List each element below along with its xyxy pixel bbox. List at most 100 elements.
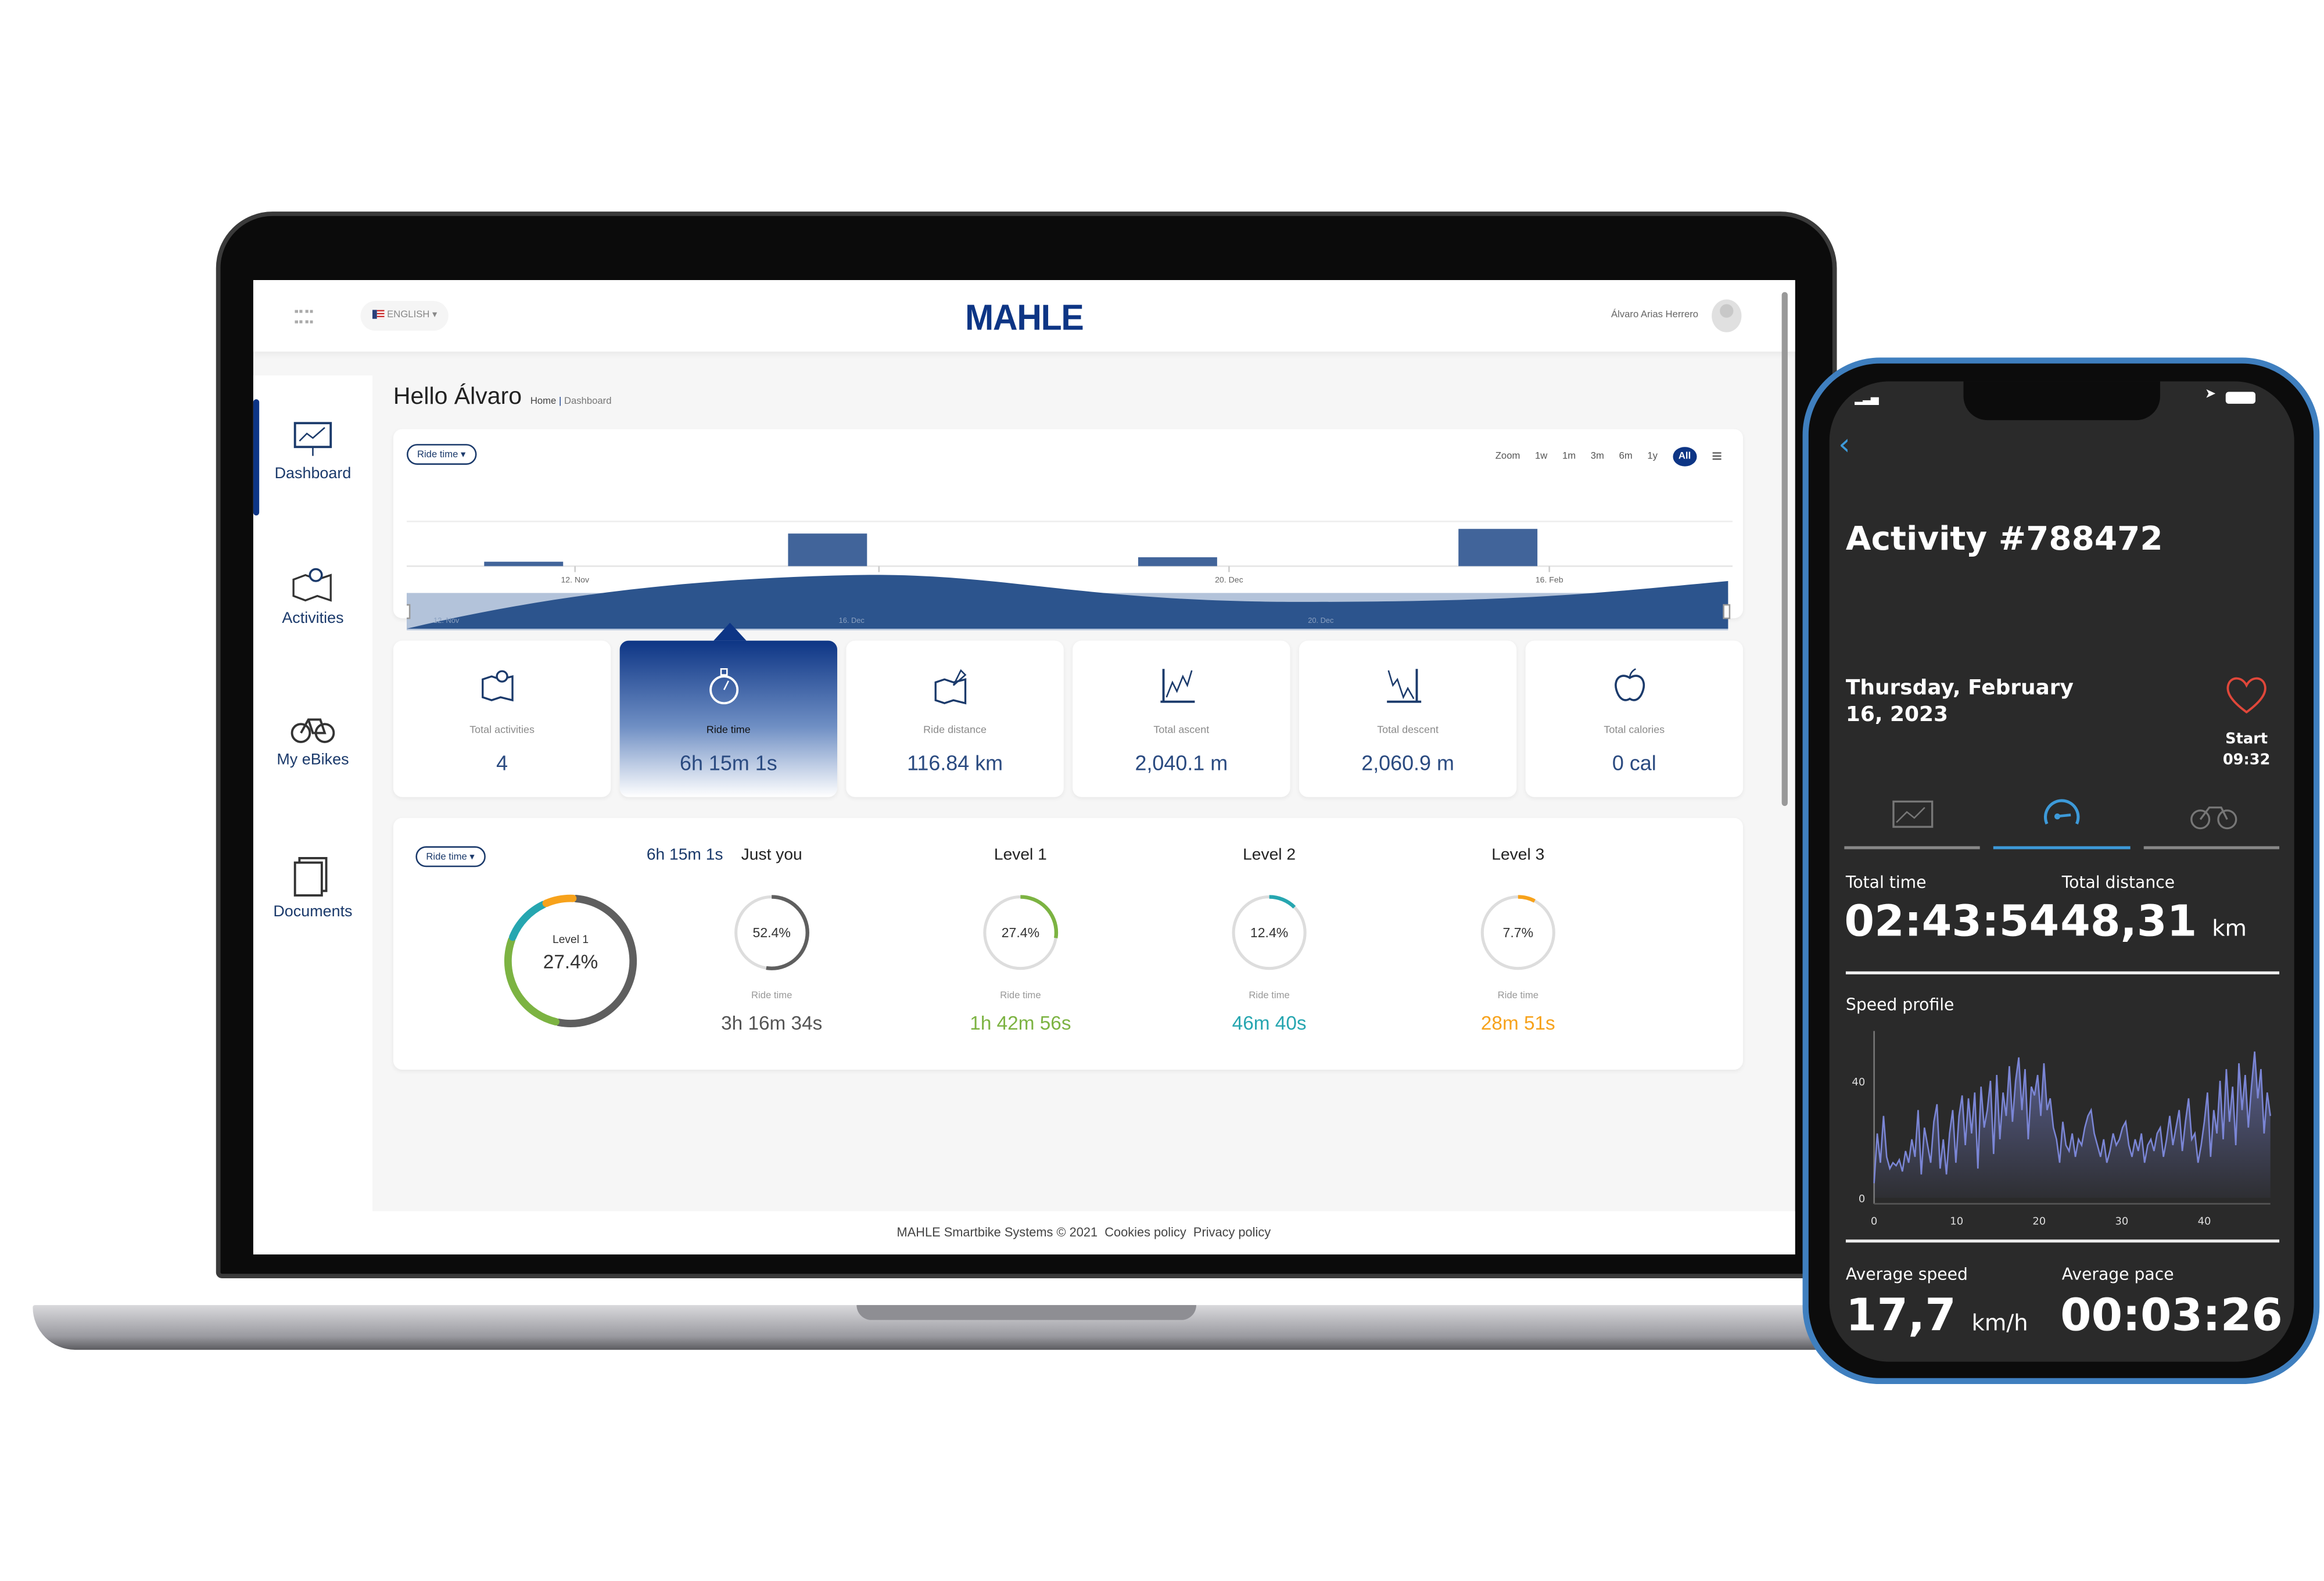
speed-profile-chart: 0 10 20 30 40 0 40 xyxy=(1852,1031,2271,1228)
zoom-6m[interactable]: 6m xyxy=(1619,451,1633,461)
level-sub: Ride time xyxy=(1000,991,1041,1002)
active-pointer xyxy=(713,622,747,641)
chart-menu-icon[interactable]: ≡ xyxy=(1712,446,1722,467)
divider xyxy=(1845,1239,2280,1243)
route-map-icon xyxy=(934,669,967,705)
stat-label: Ride time xyxy=(706,725,751,736)
level-name: Level 2 xyxy=(1243,846,1296,865)
sidebar-item-documents[interactable]: Documents xyxy=(253,855,372,921)
x-tick-label: 40 xyxy=(2198,1216,2211,1228)
level-sub: Ride time xyxy=(1497,991,1539,1002)
distance-unit: km xyxy=(2212,915,2247,942)
x-tick-label: 12. Nov xyxy=(561,575,589,585)
level-name: Level 3 xyxy=(1491,846,1545,865)
tab-chart[interactable] xyxy=(1844,793,1980,849)
us-flag-icon xyxy=(372,310,385,320)
bar-0[interactable] xyxy=(484,561,564,567)
navigator-handle-left[interactable] xyxy=(406,604,411,619)
navigator-area[interactable] xyxy=(406,575,1728,629)
activity-title: Activity #788472 xyxy=(1845,521,2163,559)
ascent-chart-icon xyxy=(1160,669,1195,703)
level-percent: 27.4% xyxy=(1002,925,1039,940)
documents-icon xyxy=(293,856,328,897)
stat-card-total-activities[interactable]: Total activities 4 xyxy=(393,640,611,797)
total-time-label: Total time xyxy=(1845,873,1927,892)
timeline-bar-chart[interactable]: 12. Nov16. Dec20. Dec16. Feb12. Nov16. D… xyxy=(406,474,1733,637)
levels-metric-dropdown[interactable]: Ride time ▾ xyxy=(415,846,485,867)
bar-2[interactable] xyxy=(1138,557,1217,567)
copyright: MAHLE Smartbike Systems © 2021 xyxy=(896,1224,1098,1240)
dashboard-chart-icon xyxy=(293,422,332,456)
heart-icon[interactable] xyxy=(2224,673,2269,715)
cookies-policy-link[interactable]: Cookies policy xyxy=(1104,1225,1186,1240)
bar-3[interactable] xyxy=(1458,529,1538,567)
sidebar-item-my-ebikes[interactable]: My eBikes xyxy=(253,712,372,769)
avatar[interactable] xyxy=(1712,299,1742,332)
stat-card-total-descent[interactable]: Total descent 2,060.9 m xyxy=(1299,640,1517,797)
stat-card-total-calories[interactable]: Total calories 0 cal xyxy=(1525,640,1743,797)
stat-card-total-ascent[interactable]: Total ascent 2,040.1 m xyxy=(1073,640,1290,797)
sidebar-item-activities[interactable]: Activities xyxy=(253,565,372,627)
bike-icon xyxy=(2190,806,2237,830)
zoom-controls: Zoom 1w 1m 3m 6m 1y All ≡ xyxy=(1495,446,1722,467)
stat-label: Total activities xyxy=(469,725,535,736)
tab-bike[interactable] xyxy=(2143,793,2280,849)
speedometer-icon xyxy=(2043,799,2080,825)
metric-dropdown[interactable]: Ride time ▾ xyxy=(406,444,476,465)
stat-value: 2,040.1 m xyxy=(1135,751,1228,775)
phone-notch xyxy=(1963,381,2160,421)
activity-date: Thursday, February 16, 2023 xyxy=(1845,676,2074,727)
stat-value: 6h 15m 1s xyxy=(680,751,777,775)
x-tick-label: 30 xyxy=(2115,1216,2129,1228)
level-column: Just you 52.4% Ride time 3h 16m 34s xyxy=(682,846,861,1034)
level-sub: Ride time xyxy=(1249,991,1290,1002)
scrollbar[interactable] xyxy=(1781,292,1788,806)
level-percent: 12.4% xyxy=(1250,925,1288,940)
level-value: 28m 51s xyxy=(1480,1012,1555,1034)
level-column: Level 3 7.7% Ride time 28m 51s xyxy=(1429,846,1608,1034)
start-label: Start xyxy=(2225,731,2268,748)
levels-card: Ride time ▾ 6h 15m 1s Level 1 27.4% Just… xyxy=(393,818,1743,1070)
language-selector[interactable]: ENGLISH ▾ xyxy=(360,300,449,331)
stat-value: 2,060.9 m xyxy=(1361,751,1454,775)
descent-chart-icon xyxy=(1387,669,1422,703)
zoom-1w[interactable]: 1w xyxy=(1535,451,1547,461)
avg-speed-label: Average speed xyxy=(1845,1264,1968,1285)
breadcrumb-dashboard[interactable]: Dashboard xyxy=(564,396,612,407)
avg-speed-value: 17,7 xyxy=(1845,1290,1956,1343)
tab-speed[interactable] xyxy=(1993,793,2131,849)
stat-label: Total descent xyxy=(1377,725,1439,736)
stat-card-ride-distance[interactable]: Ride distance 116.84 km xyxy=(846,640,1064,797)
back-button[interactable]: ‹ xyxy=(1838,426,1850,462)
timeline-card: Ride time ▾ Zoom 1w 1m 3m 6m 1y All ≡ 12. Nov 1… xyxy=(393,429,1743,630)
breadcrumb-home[interactable]: Home xyxy=(530,396,556,407)
level-column: Level 1 27.4% Ride time 1h 42m 56s xyxy=(931,846,1110,1034)
privacy-policy-link[interactable]: Privacy policy xyxy=(1193,1225,1271,1240)
stat-card-ride-time[interactable]: Ride time 6h 15m 1s xyxy=(619,640,838,797)
sidebar-item-dashboard[interactable]: Dashboard xyxy=(253,420,372,483)
zoom-1m[interactable]: 1m xyxy=(1562,451,1576,461)
bar-1[interactable] xyxy=(788,533,867,567)
zoom-3m[interactable]: 3m xyxy=(1591,451,1604,461)
level-ring: 52.4% xyxy=(734,895,809,970)
navigator-label: 16. Dec xyxy=(839,616,865,625)
sidebar-item-label: My eBikes xyxy=(277,751,349,769)
navigator-handle-right[interactable] xyxy=(1723,604,1731,619)
stopwatch-icon xyxy=(709,668,739,705)
zoom-all[interactable]: All xyxy=(1672,446,1697,466)
mahle-logo[interactable]: MAHLE xyxy=(953,297,1095,339)
level-value: 1h 42m 56s xyxy=(970,1012,1071,1034)
total-distance-value: 48,31 xyxy=(2060,895,2197,947)
map-icon xyxy=(482,670,514,702)
top-header: ENGLISH ▾ MAHLE Álvaro Arias Herrero xyxy=(253,280,1795,352)
map-pin-icon xyxy=(292,568,332,602)
chart-icon xyxy=(1892,800,1934,828)
x-tick-label: 16. Feb xyxy=(1536,575,1563,585)
sidebar-item-label: Dashboard xyxy=(274,464,352,483)
sidebar-item-label: Documents xyxy=(273,902,353,921)
zoom-1y[interactable]: 1y xyxy=(1647,451,1658,461)
donut-value: 27.4% xyxy=(543,950,598,973)
user-name[interactable]: Álvaro Arias Herrero xyxy=(1611,310,1698,320)
menu-icon[interactable] xyxy=(295,310,313,324)
bike-icon xyxy=(290,718,335,743)
